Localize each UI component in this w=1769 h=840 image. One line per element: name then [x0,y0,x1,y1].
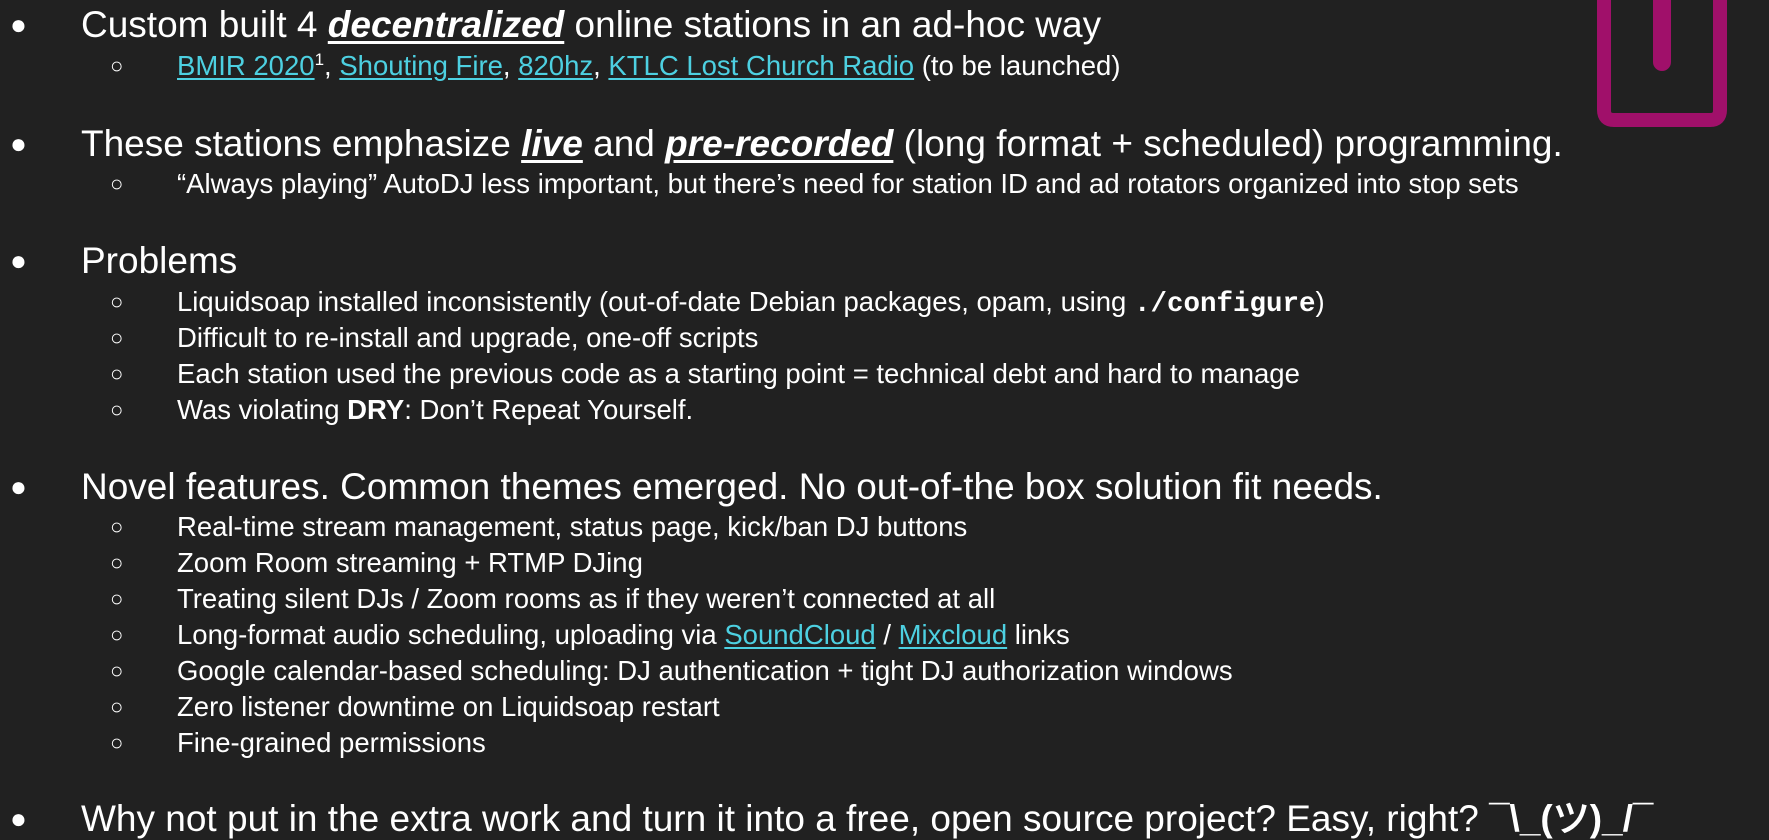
bullet-dot: ● [10,471,27,502]
link-mixcloud[interactable]: Mixcloud [899,619,1008,650]
bullet-dot: ● [10,803,27,834]
liquidsoap-install-text: Liquidsoap installed inconsistently (out… [177,286,1325,320]
bullet-dot: ● [10,9,27,40]
problems-heading: Problems [81,240,238,281]
sub-bullet-circle: ○ [110,586,124,611]
sub-bullet-circle: ○ [110,658,124,683]
silent-djs-text: Treating silent DJs / Zoom rooms as if t… [177,583,996,614]
link-shouting-fire[interactable]: Shouting Fire [339,50,503,81]
sub-bullet-circle: ○ [110,53,124,78]
technical-debt-text: Each station used the previous code as a… [177,358,1300,389]
sub-bullet-circle: ○ [110,694,124,719]
google-calendar-text: Google calendar-based scheduling: DJ aut… [177,655,1233,686]
sub-bullet-circle: ○ [110,361,124,386]
link-soundcloud[interactable]: SoundCloud [724,619,875,650]
open-source-text: Why not put in the extra work and turn i… [81,798,1654,839]
emphasis-decentralized: decentralized [327,4,565,45]
autodj-text: “Always playing” AutoDJ less important, … [177,168,1519,199]
magenta-bracket-icon [1597,0,1727,127]
sub-bullet-circle: ○ [110,622,124,647]
zoom-rtmp-text: Zoom Room streaming + RTMP DJing [177,547,643,578]
emphasis-pre-recorded: pre-recorded [665,123,894,164]
realtime-text: Real-time stream management, status page… [177,511,968,542]
link-bmir-2020[interactable]: BMIR 2020 [177,50,315,81]
bullet-dot: ● [10,128,27,159]
sub-bullet-circle: ○ [110,397,124,422]
link-ktlc-lost-church-radio[interactable]: KTLC Lost Church Radio [608,50,914,81]
sub-bullet-circle: ○ [110,289,124,314]
emphasis-live: live [521,123,583,164]
shrug-emoticon: ¯\_(ツ)_/¯ [1489,798,1654,839]
dry-text: Was violating DRY: Don’t Repeat Yourself… [177,394,694,425]
sub-bullet-circle: ○ [110,514,124,539]
long-format-text: Long-format audio scheduling, uploading … [177,619,1070,650]
reinstall-text: Difficult to re-install and upgrade, one… [177,322,759,353]
footnote-marker: 1 [314,49,325,69]
code-configure: ./configure [1133,289,1316,320]
slide: ● Custom built 4 decentralized online st… [0,0,1769,840]
bullet-live-prerecorded-text: These stations emphasize live and pre-re… [81,123,1563,164]
bullet-dot: ● [10,245,27,276]
zero-downtime-text: Zero listener downtime on Liquidsoap res… [177,691,720,722]
sub-bullet-circle: ○ [110,730,124,755]
link-820hz[interactable]: 820hz [518,50,593,81]
sub-bullet-circle: ○ [110,325,124,350]
bullet-stations-text: Custom built 4 decentralized online stat… [81,4,1102,45]
station-links-text: BMIR 20201, Shouting Fire, 820hz, KTLC L… [177,49,1121,81]
permissions-text: Fine-grained permissions [177,727,486,758]
novel-features-text: Novel features. Common themes emerged. N… [81,466,1383,507]
dry-bold: DRY [347,394,405,425]
sub-bullet-circle: ○ [110,550,124,575]
sub-bullet-circle: ○ [110,171,124,196]
